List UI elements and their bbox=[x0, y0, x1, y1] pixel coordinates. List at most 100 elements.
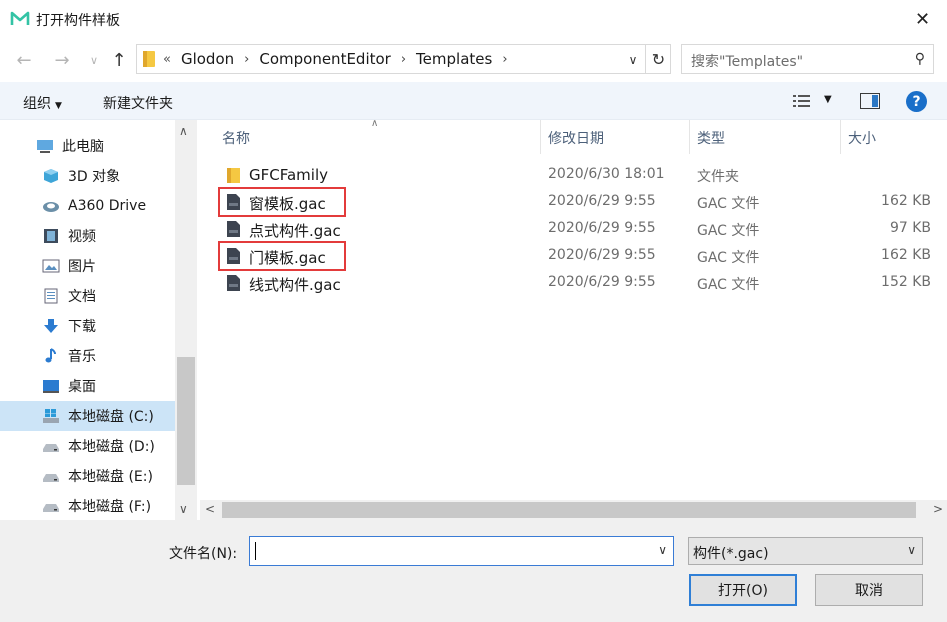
back-arrow-icon[interactable]: ← bbox=[12, 48, 36, 72]
sidebar-item-desktop[interactable]: 桌面 bbox=[0, 371, 175, 401]
new-folder-button[interactable]: 新建文件夹 bbox=[103, 93, 173, 113]
recent-locations-chevron-icon[interactable]: ∨ bbox=[82, 48, 106, 72]
sidebar-item-label: 音乐 bbox=[68, 349, 96, 365]
address-dropdown-icon[interactable]: ∨ bbox=[623, 51, 643, 69]
column-divider[interactable] bbox=[689, 120, 690, 154]
table-row[interactable]: GFCFamily 2020/6/30 18:01 文件夹 bbox=[197, 162, 927, 189]
breadcrumb-chevron-icon[interactable]: › bbox=[401, 52, 406, 67]
column-header-type[interactable]: 类型 bbox=[697, 120, 725, 154]
table-row[interactable]: 点式构件.gac 2020/6/29 9:55 GAC 文件 97 KB bbox=[197, 216, 931, 243]
organize-label: 组织 bbox=[23, 96, 51, 112]
sidebar-item-label: 文档 bbox=[68, 289, 96, 305]
scroll-up-icon[interactable]: ∧ bbox=[179, 124, 188, 138]
file-size: 162 KB bbox=[881, 193, 931, 209]
windows-drive-icon bbox=[43, 409, 59, 423]
sidebar-item-label: 本地磁盘 (E:) bbox=[68, 469, 153, 485]
filename-input[interactable]: ∨ bbox=[249, 536, 674, 566]
breadcrumb-templates[interactable]: Templates bbox=[416, 50, 492, 68]
navigation-pane-scrollbar[interactable]: ∧ ∨ bbox=[175, 120, 197, 520]
sidebar-item-a360-drive[interactable]: A360 Drive bbox=[0, 191, 175, 221]
filename-dropdown-icon[interactable]: ∨ bbox=[658, 543, 667, 557]
breadcrumb-chevron-icon[interactable]: › bbox=[244, 52, 249, 67]
file-name: 点式构件.gac bbox=[249, 222, 341, 240]
search-icon: ⚲ bbox=[914, 51, 925, 67]
breadcrumb: « Glodon › ComponentEditor › Templates › bbox=[163, 50, 518, 68]
caret-down-icon: ▼ bbox=[55, 101, 62, 111]
file-modified: 2020/6/29 9:55 bbox=[548, 247, 656, 263]
column-divider[interactable] bbox=[540, 120, 541, 154]
column-divider[interactable] bbox=[840, 120, 841, 154]
sidebar-item-drive-c[interactable]: 本地磁盘 (C:) bbox=[0, 401, 175, 431]
view-caret-down-icon[interactable]: ▼ bbox=[824, 94, 832, 105]
column-header-size[interactable]: 大小 bbox=[848, 120, 876, 154]
view-options-icon[interactable] bbox=[793, 94, 811, 108]
forward-arrow-icon[interactable]: → bbox=[50, 48, 74, 72]
sidebar-item-music[interactable]: 音乐 bbox=[0, 341, 175, 371]
sidebar-item-videos[interactable]: 视频 bbox=[0, 221, 175, 251]
sidebar-item-drive-f[interactable]: 本地磁盘 (F:) bbox=[0, 491, 175, 521]
close-button[interactable]: ✕ bbox=[898, 0, 947, 38]
sidebar-item-label: 本地磁盘 (D:) bbox=[68, 439, 155, 455]
filetype-select[interactable]: 构件(*.gac) ∨ bbox=[688, 537, 923, 565]
file-type: GAC 文件 bbox=[697, 223, 760, 239]
app-logo-icon bbox=[10, 9, 30, 29]
search-input[interactable]: 搜索"Templates" ⚲ bbox=[681, 44, 934, 74]
overflow-chevron-icon[interactable]: « bbox=[163, 52, 171, 67]
up-arrow-icon[interactable]: ↑ bbox=[107, 48, 131, 72]
breadcrumb-componenteditor[interactable]: ComponentEditor bbox=[259, 50, 390, 68]
navigation-pane: 此电脑 3D 对象 A360 Drive 视频 图片 文档 下载 音乐 桌面 本… bbox=[0, 120, 197, 520]
sidebar-item-label: 此电脑 bbox=[62, 139, 104, 155]
sidebar-item-label: 本地磁盘 (C:) bbox=[68, 409, 154, 425]
file-modified: 2020/6/29 9:55 bbox=[548, 193, 656, 209]
sidebar-item-drive-d[interactable]: 本地磁盘 (D:) bbox=[0, 431, 175, 461]
file-type: GAC 文件 bbox=[697, 250, 760, 266]
preview-pane-icon[interactable] bbox=[860, 93, 880, 109]
gac-file-icon bbox=[227, 275, 240, 291]
file-size: 152 KB bbox=[881, 274, 931, 290]
filetype-dropdown-icon: ∨ bbox=[907, 543, 916, 557]
filetype-value: 构件(*.gac) bbox=[693, 546, 769, 562]
highlight-box bbox=[218, 241, 346, 271]
file-modified: 2020/6/30 18:01 bbox=[548, 166, 665, 182]
scroll-down-icon[interactable]: ∨ bbox=[179, 502, 188, 516]
open-button[interactable]: 打开(O) bbox=[689, 574, 797, 606]
sidebar-item-downloads[interactable]: 下载 bbox=[0, 311, 175, 341]
sidebar-item-documents[interactable]: 文档 bbox=[0, 281, 175, 311]
sidebar-item-drive-e[interactable]: 本地磁盘 (E:) bbox=[0, 461, 175, 491]
organize-menu[interactable]: 组织 ▼ bbox=[23, 93, 62, 113]
cancel-button[interactable]: 取消 bbox=[815, 574, 923, 606]
scroll-right-icon[interactable]: > bbox=[933, 502, 943, 516]
toolbar: 组织 ▼ 新建文件夹 ▼ ? bbox=[0, 82, 947, 120]
sort-ascending-icon: ∧ bbox=[371, 118, 379, 129]
address-bar[interactable]: « Glodon › ComponentEditor › Templates ›… bbox=[136, 44, 671, 74]
music-icon bbox=[45, 348, 56, 363]
highlight-box bbox=[218, 187, 346, 217]
sidebar-item-label: 视频 bbox=[68, 229, 96, 245]
column-header-name[interactable]: 名称 bbox=[222, 120, 250, 154]
sidebar-item-label: 本地磁盘 (F:) bbox=[68, 499, 152, 515]
refresh-icon[interactable]: ↻ bbox=[645, 45, 671, 73]
file-name: GFCFamily bbox=[249, 166, 328, 184]
file-modified: 2020/6/29 9:55 bbox=[548, 274, 656, 290]
table-row[interactable]: 线式构件.gac 2020/6/29 9:55 GAC 文件 152 KB bbox=[197, 270, 931, 297]
file-type: GAC 文件 bbox=[697, 277, 760, 293]
picture-icon bbox=[42, 259, 60, 273]
breadcrumb-glodon[interactable]: Glodon bbox=[181, 50, 234, 68]
folder-icon bbox=[143, 51, 155, 67]
file-type: 文件夹 bbox=[697, 169, 739, 185]
column-header-modified[interactable]: 修改日期 bbox=[548, 120, 604, 154]
video-icon bbox=[44, 229, 58, 243]
file-list-horizontal-scrollbar[interactable]: < > bbox=[200, 500, 947, 520]
scrollbar-thumb[interactable] bbox=[177, 357, 195, 485]
scroll-left-icon[interactable]: < bbox=[205, 502, 215, 516]
file-modified: 2020/6/29 9:55 bbox=[548, 220, 656, 236]
scrollbar-thumb[interactable] bbox=[222, 502, 916, 518]
help-icon[interactable]: ? bbox=[906, 91, 927, 112]
sidebar-item-pictures[interactable]: 图片 bbox=[0, 251, 175, 281]
file-size: 162 KB bbox=[881, 247, 931, 263]
drive-icon bbox=[43, 474, 59, 482]
sidebar-item-3d-objects[interactable]: 3D 对象 bbox=[0, 161, 175, 191]
search-placeholder: 搜索"Templates" bbox=[691, 54, 804, 70]
sidebar-item-this-pc[interactable]: 此电脑 bbox=[0, 131, 175, 161]
breadcrumb-chevron-icon[interactable]: › bbox=[502, 52, 507, 67]
